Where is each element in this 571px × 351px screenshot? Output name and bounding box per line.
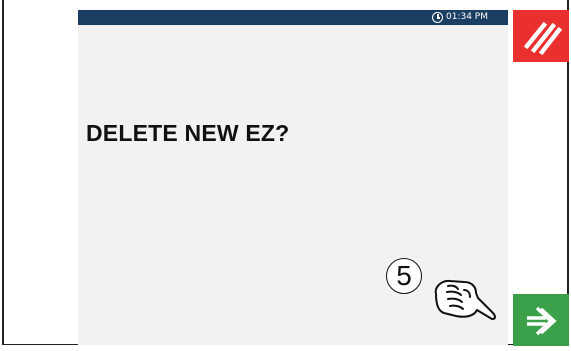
confirm-button[interactable] [513,294,569,346]
cancel-slash-icon [523,21,563,56]
status-bar: 01:34 PM [78,10,508,25]
cancel-button[interactable] [513,10,569,62]
hand-pointer-icon [434,279,496,320]
dialog-title: DELETE NEW EZ? [86,120,290,146]
arrow-right-icon [527,306,557,336]
clock-icon [432,12,443,23]
callout-number: 5 [386,258,422,294]
status-time: 01:34 PM [446,12,488,22]
